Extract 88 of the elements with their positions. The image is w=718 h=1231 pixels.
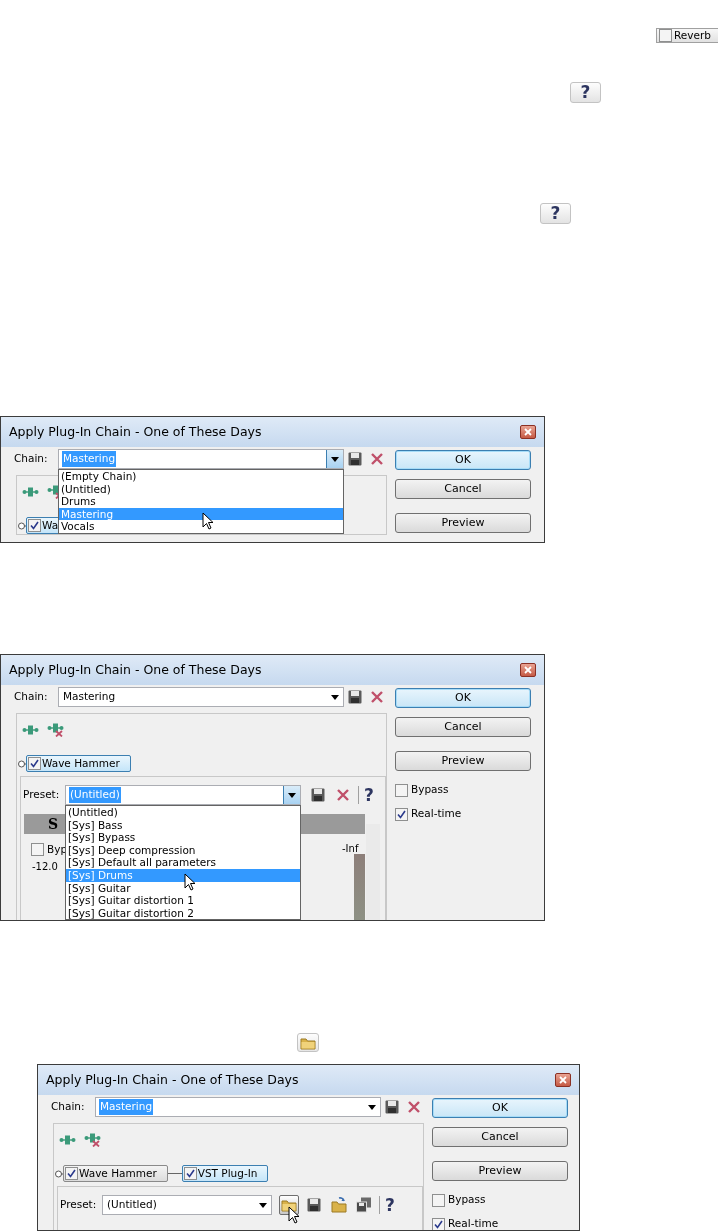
folder-button[interactable] <box>297 1033 319 1052</box>
window-title: Apply Plug-In Chain - One of These Days <box>46 1070 299 1089</box>
close-icon <box>524 666 532 674</box>
connector-icon <box>55 1169 63 1178</box>
dialog-button[interactable]: Preview <box>432 1161 568 1181</box>
dropdown-option[interactable]: [Sys] Deep compression <box>66 843 300 857</box>
checkbox[interactable] <box>65 1167 78 1180</box>
help-button[interactable]: ? <box>385 1196 395 1214</box>
dialog-button[interactable]: Cancel <box>432 1127 568 1147</box>
caret-icon <box>288 792 296 798</box>
checkbox[interactable] <box>31 843 44 857</box>
field-label: Chain: <box>14 689 49 705</box>
dropdown-option[interactable]: [Sys] Bypass <box>66 831 300 844</box>
chain-dropdown[interactable]: Mastering <box>58 687 344 707</box>
checkbox[interactable] <box>28 757 41 770</box>
dropdown-option[interactable]: (Empty Chain) <box>59 470 343 483</box>
dropdown-option[interactable]: [Sys] Default all parameters <box>66 856 300 869</box>
window-title: Apply Plug-In Chain - One of These Days <box>9 422 262 441</box>
close-icon <box>559 1076 567 1084</box>
close-button[interactable] <box>555 1073 571 1087</box>
reverb-toggle[interactable]: Reverb <box>656 28 718 43</box>
window-title: Apply Plug-In Chain - One of These Days <box>9 660 262 679</box>
plugin-button[interactable]: Wave Hammer <box>26 755 131 772</box>
connector-line <box>167 1173 182 1174</box>
checkbox[interactable] <box>28 519 41 532</box>
dialog-button[interactable]: OK <box>432 1098 568 1118</box>
plugin-button[interactable]: Wave Hammer <box>63 1165 168 1182</box>
field-label: Chain: <box>14 451 49 467</box>
save-icon <box>348 690 362 704</box>
caret-icon <box>258 1202 267 1208</box>
caret-icon <box>367 1104 376 1110</box>
plug-add-icon[interactable] <box>22 725 39 735</box>
cursor-icon <box>202 511 214 530</box>
save-icon[interactable] <box>311 788 325 802</box>
dialog-button[interactable]: OK <box>395 688 531 708</box>
dropdown-option[interactable]: [Sys] Bass <box>66 818 300 832</box>
scrollbar[interactable] <box>366 824 380 920</box>
help-button[interactable]: ? <box>570 82 601 103</box>
checkbox-label: Bypass <box>411 782 449 798</box>
save-icon[interactable] <box>307 1198 321 1212</box>
plug-add-icon[interactable] <box>22 487 39 497</box>
checkbox-label: Real-time <box>448 1216 499 1230</box>
field-label: Chain: <box>51 1099 86 1115</box>
dropdown-option[interactable]: Drums <box>59 495 343 508</box>
help-button[interactable]: ? <box>364 786 374 804</box>
field-label: Preset: <box>60 1197 98 1213</box>
delete-icon <box>407 1100 421 1114</box>
folder-icon <box>300 1035 316 1050</box>
dialog-button[interactable]: Cancel <box>395 717 531 737</box>
save-icon <box>348 452 362 466</box>
cursor-icon <box>288 1206 300 1224</box>
close-icon <box>524 428 532 436</box>
dialog-button[interactable]: Preview <box>395 751 531 771</box>
delete-icon <box>370 690 384 704</box>
dialog-button[interactable]: Preview <box>395 513 531 533</box>
reload-folder-icon[interactable] <box>331 1197 347 1213</box>
help-button[interactable]: ? <box>540 203 571 224</box>
plug-add-icon[interactable] <box>59 1135 76 1145</box>
dropdown-option[interactable]: [Sys] Guitar <box>66 881 300 895</box>
checkbox[interactable] <box>659 29 672 42</box>
checkbox[interactable] <box>432 1217 445 1230</box>
checkbox[interactable] <box>395 807 408 821</box>
checkbox-label: Real-time <box>411 806 462 822</box>
save-icon <box>385 1100 399 1114</box>
checkbox[interactable] <box>432 1193 445 1207</box>
connector-icon <box>18 521 26 530</box>
cursor-icon <box>184 873 196 891</box>
field-label: Preset: <box>23 787 61 803</box>
meter-label: -Inf <box>342 842 359 856</box>
caret-icon <box>330 694 339 700</box>
plugin-button[interactable]: VST Plug-In <box>181 1165 269 1182</box>
checkbox-label: Bypass <box>448 1192 486 1208</box>
close-button[interactable] <box>520 663 536 677</box>
dropdown-option[interactable]: [Sys] Guitar distortion 1 <box>66 894 300 907</box>
checkbox[interactable] <box>183 1167 197 1180</box>
dropdown-option[interactable]: (Untitled) <box>59 482 343 496</box>
checkbox[interactable] <box>395 783 408 797</box>
close-button[interactable] <box>520 425 536 439</box>
preset-dropdown[interactable]: (Untitled) <box>102 1195 272 1215</box>
delete-icon <box>370 452 384 466</box>
connector-icon <box>18 759 26 768</box>
delete-icon[interactable] <box>336 788 350 802</box>
dropdown-option[interactable]: [Sys] Guitar distortion 2 <box>66 906 300 920</box>
caret-icon <box>331 456 339 462</box>
level-value: -12.0 <box>32 860 58 874</box>
copy-icon[interactable] <box>356 1197 372 1213</box>
dialog-button[interactable]: OK <box>395 450 531 470</box>
dialog-button[interactable]: Cancel <box>395 479 531 499</box>
